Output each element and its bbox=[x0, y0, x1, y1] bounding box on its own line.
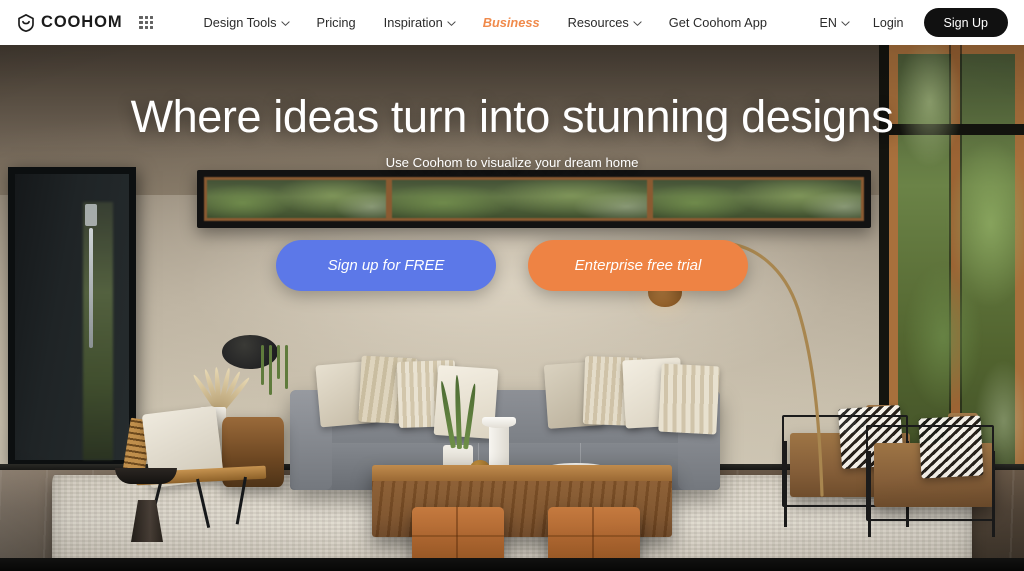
nav-item-design-tools[interactable]: Design Tools bbox=[189, 0, 302, 45]
vase-lip bbox=[482, 417, 516, 428]
nav-label: Design Tools bbox=[203, 15, 277, 30]
bottom-dark-band bbox=[0, 558, 1024, 571]
apps-grid-icon[interactable] bbox=[139, 15, 154, 30]
apps-dot bbox=[139, 20, 143, 25]
apps-dot bbox=[139, 26, 143, 30]
chevron-down-icon bbox=[447, 19, 456, 27]
chevron-down-icon bbox=[280, 19, 290, 27]
hero-subheadline: Use Coohom to visualize your dream home bbox=[385, 154, 639, 170]
nav-label: Inspiration bbox=[383, 15, 443, 30]
armchair-leg bbox=[992, 451, 995, 537]
pampas-grass bbox=[178, 351, 256, 415]
nav-item-resources[interactable]: Resources bbox=[554, 0, 655, 45]
brand-name: COOHOM bbox=[41, 13, 123, 32]
vine-strand bbox=[269, 345, 272, 395]
hero-headline: Where ideas turn into stunning designs bbox=[130, 91, 894, 142]
vine-strand bbox=[277, 345, 280, 379]
hero-cta-row: Sign up for FREE Enterprise free trial bbox=[0, 240, 1024, 291]
nav-label: Pricing bbox=[316, 15, 356, 30]
apps-dot bbox=[144, 26, 149, 30]
chevron-down-icon bbox=[841, 19, 850, 27]
pedestal-side-table-top bbox=[115, 468, 177, 484]
nav-label: Get Coohom App bbox=[668, 15, 767, 30]
vine-strand bbox=[261, 345, 264, 385]
login-link[interactable]: Login bbox=[859, 16, 918, 30]
apps-dot bbox=[139, 15, 143, 19]
armchair-leg bbox=[868, 451, 871, 537]
nav-label: Business bbox=[482, 15, 540, 30]
primary-nav: Design Tools Pricing Inspiration Busines… bbox=[189, 0, 780, 45]
nav-item-get-coohom-app[interactable]: Get Coohom App bbox=[655, 0, 781, 45]
language-label: EN bbox=[819, 15, 837, 30]
hero-copy: Where ideas turn into stunning designs U… bbox=[0, 45, 1024, 170]
nav-item-business[interactable]: Business bbox=[469, 0, 554, 45]
coohom-shield-smile-icon bbox=[16, 13, 36, 33]
apps-dot bbox=[144, 20, 149, 25]
site-header: COOHOM Design Tools Pricing Inspiration … bbox=[0, 0, 1024, 45]
vine-strand bbox=[285, 345, 288, 389]
apps-dot bbox=[150, 20, 154, 25]
hanging-vine-plant bbox=[258, 345, 292, 397]
armchair-metal-frame bbox=[866, 425, 994, 521]
apps-dot bbox=[150, 15, 154, 19]
sign-up-for-free-button[interactable]: Sign up for FREE bbox=[276, 240, 496, 291]
clerestory-glazing bbox=[204, 177, 864, 221]
nav-label: Resources bbox=[567, 15, 629, 30]
apps-dot bbox=[150, 26, 154, 30]
window-pane bbox=[389, 177, 651, 221]
hero-section: Where ideas turn into stunning designs U… bbox=[0, 45, 1024, 571]
window-pane bbox=[650, 177, 864, 221]
apps-dot bbox=[144, 15, 149, 19]
entry-door bbox=[8, 167, 136, 467]
nav-item-pricing[interactable]: Pricing bbox=[303, 0, 370, 45]
door-lock-plate bbox=[85, 204, 97, 226]
chevron-down-icon bbox=[633, 19, 642, 27]
nav-item-inspiration[interactable]: Inspiration bbox=[370, 0, 469, 45]
sign-up-button[interactable]: Sign Up bbox=[923, 8, 1008, 37]
enterprise-free-trial-button[interactable]: Enterprise free trial bbox=[528, 240, 748, 291]
language-selector[interactable]: EN bbox=[810, 16, 859, 30]
window-pane bbox=[204, 177, 390, 221]
brand-logo[interactable]: COOHOM bbox=[16, 13, 122, 33]
header-actions: EN Login Sign Up bbox=[810, 8, 1008, 37]
